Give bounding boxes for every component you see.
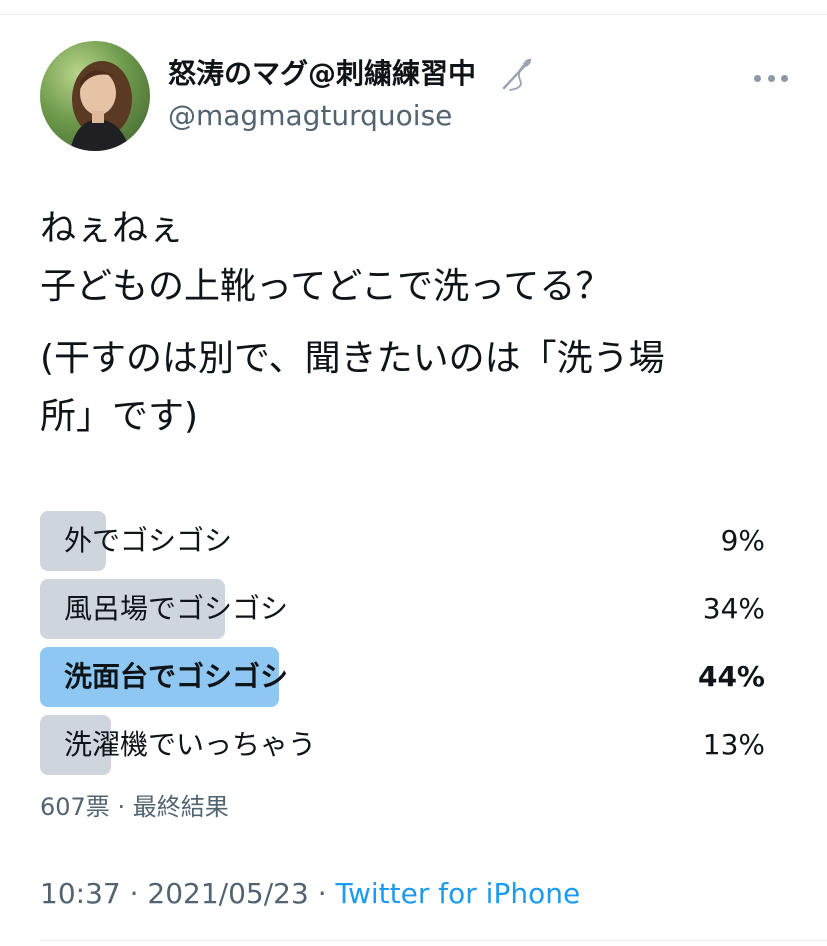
more-dot-icon xyxy=(754,74,761,82)
more-dot-icon xyxy=(767,74,775,82)
more-options-button[interactable] xyxy=(754,68,788,88)
poll-option[interactable]: 外でゴシゴシ 9% xyxy=(40,511,765,571)
poll-option-label: 洗面台でゴシゴシ xyxy=(64,660,289,693)
poll-option-percent: 44% xyxy=(697,660,765,693)
poll-option-percent: 9% xyxy=(720,524,765,557)
tweet-time[interactable]: 10:37 xyxy=(40,877,121,910)
poll-status: 最終結果 xyxy=(132,793,229,821)
tweet-line: 子どもの上靴ってどこで洗ってる？ xyxy=(40,266,612,307)
tweet-line: 所」です) xyxy=(40,396,199,437)
poll-option-percent: 34% xyxy=(702,592,765,625)
tweet-line: (干すのは別で、聞きたいのは「洗う場 xyxy=(40,338,665,379)
poll-option-label: 風呂場でゴシゴシ xyxy=(64,592,289,625)
poll: 外でゴシゴシ 9% 風呂場でゴシゴシ 34% 洗面台でゴシゴシ 44% 洗濯機で… xyxy=(40,511,765,783)
tweet-timestamp: 10:37 · 2021/05/23 · Twitter for iPhone xyxy=(40,874,580,914)
more-dot-icon xyxy=(781,74,788,82)
tweet-line: ねぇねぇ xyxy=(40,208,185,249)
poll-option-winner[interactable]: 洗面台でゴシゴシ 44% xyxy=(40,647,765,707)
needle-thread-icon xyxy=(502,58,532,91)
poll-summary: 607票 · 最終結果 xyxy=(40,790,229,824)
poll-option-label: 外でゴシゴシ xyxy=(64,524,233,557)
separator-dot: · xyxy=(117,793,126,821)
display-name[interactable]: 怒涛のマグ@刺繍練習中 xyxy=(168,55,476,93)
bottom-divider xyxy=(40,940,827,941)
top-divider xyxy=(0,14,827,15)
poll-option-label: 洗濯機でいっちゃう xyxy=(64,728,317,761)
poll-option[interactable]: 洗濯機でいっちゃう 13% xyxy=(40,715,765,775)
avatar[interactable] xyxy=(40,41,150,151)
separator-dot: · xyxy=(129,877,139,910)
poll-option[interactable]: 風呂場でゴシゴシ 34% xyxy=(40,579,765,639)
poll-vote-count: 607票 xyxy=(40,793,110,821)
poll-option-percent: 13% xyxy=(702,728,765,761)
avatar-photo xyxy=(70,61,132,151)
separator-dot: · xyxy=(317,877,327,910)
user-handle[interactable]: @magmagturquoise xyxy=(168,98,452,134)
tweet-source-link[interactable]: Twitter for iPhone xyxy=(336,877,581,910)
tweet-text: ねぇねぇ 子どもの上靴ってどこで洗ってる？ (干すのは別で、聞きたいのは「洗う場… xyxy=(40,200,800,460)
tweet-date[interactable]: 2021/05/23 xyxy=(147,877,308,910)
